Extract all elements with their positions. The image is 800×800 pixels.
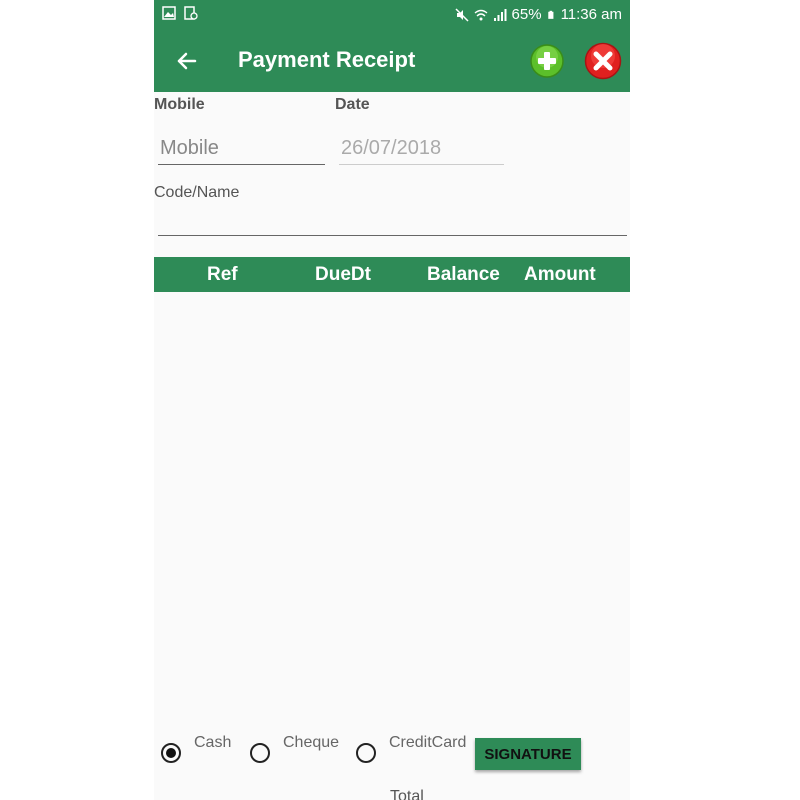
app-bar: Payment Receipt (154, 30, 630, 92)
table-header: Ref DueDt Balance Amount (154, 257, 630, 292)
code-name-label: Code/Name (154, 184, 240, 201)
date-field[interactable] (339, 132, 504, 165)
date-label: Date (335, 96, 370, 113)
cash-label: Cash (194, 734, 232, 751)
total-label: Total (390, 788, 424, 800)
signature-button[interactable]: SIGNATURE (475, 738, 581, 770)
phone-screen: 65% 11:36 am Payment Receipt Mobile Date… (154, 0, 630, 800)
wifi-icon (474, 9, 487, 20)
close-icon[interactable] (584, 42, 622, 80)
cheque-radio[interactable] (250, 743, 270, 763)
page-title: Payment Receipt (238, 47, 416, 72)
mobile-label: Mobile (154, 96, 205, 113)
header-balance: Balance (427, 264, 500, 285)
add-icon[interactable] (530, 44, 564, 78)
status-bar: 65% 11:36 am (154, 0, 630, 30)
clock: 11:36 am (560, 6, 622, 23)
mute-icon (455, 7, 469, 22)
table-body[interactable] (154, 292, 630, 722)
header-duedt: DueDt (315, 264, 371, 285)
image-icon (162, 6, 176, 20)
cheque-label: Cheque (283, 734, 340, 751)
screenshot-icon (184, 6, 198, 20)
header-ref: Ref (207, 264, 238, 285)
battery-percent: 65% (511, 6, 542, 23)
creditcard-label: CreditCard (389, 734, 467, 751)
code-name-field[interactable] (158, 203, 627, 236)
battery-icon (547, 10, 553, 19)
signal-icon (493, 8, 507, 21)
cash-radio[interactable] (161, 743, 181, 763)
back-arrow-icon[interactable] (172, 46, 202, 76)
mobile-field[interactable] (158, 132, 325, 165)
creditcard-radio[interactable] (356, 743, 376, 763)
header-amount: Amount (524, 264, 596, 285)
